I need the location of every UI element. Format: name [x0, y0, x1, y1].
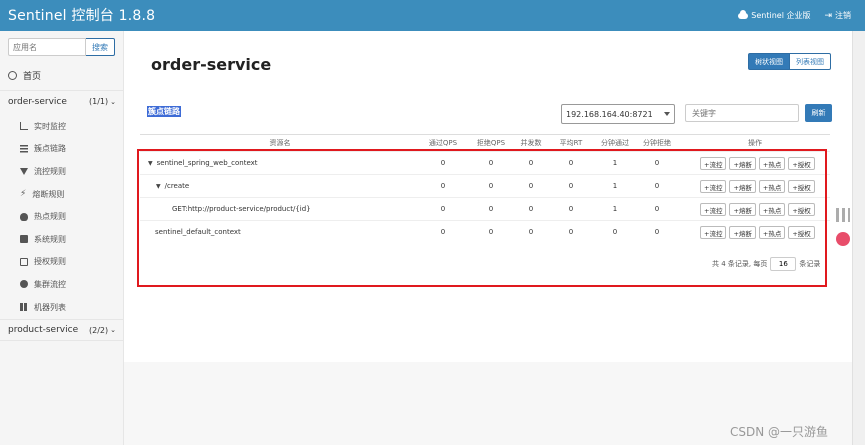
- section-label: 簇点链路: [147, 106, 181, 117]
- tree-view-button[interactable]: 树状视图: [748, 53, 790, 70]
- page-title: order-service: [151, 55, 272, 74]
- app-name: product-service: [8, 325, 79, 335]
- bar-chart-icon: [20, 122, 28, 131]
- app-machine-count: (2/2): [89, 325, 109, 335]
- keyword-input[interactable]: [685, 104, 799, 122]
- column-header: 分钟通过: [601, 139, 629, 147]
- app-machine-count: (1/1): [89, 97, 109, 106]
- sidebar-item-realtime-monitor[interactable]: 实时监控: [0, 115, 124, 138]
- apps-icon[interactable]: [836, 208, 850, 222]
- app-title[interactable]: Sentinel 控制台 1.8.8: [8, 5, 155, 25]
- chevron-down-icon: ⌄: [110, 97, 116, 106]
- sidebar-item-label: 热点规则: [34, 212, 66, 222]
- sidebar-item-label: 集群流控: [34, 279, 66, 289]
- page-scrollbar[interactable]: [852, 31, 865, 445]
- column-header: 拒绝QPS: [476, 139, 506, 147]
- sidebar-item-cluster-link[interactable]: 簇点链路: [0, 138, 124, 161]
- sidebar-item-machine-list[interactable]: 机器列表: [0, 296, 124, 319]
- top-navbar: Sentinel 控制台 1.8.8 Sentinel 企业版 ⇥ 注销: [0, 0, 865, 31]
- floating-toolbar: [836, 208, 850, 256]
- column-header: 平均RT: [559, 139, 583, 147]
- sidebar-item-cluster-flow[interactable]: 集群流控: [0, 273, 124, 296]
- bolt-icon: ⚡: [20, 189, 27, 200]
- sidebar: 搜索 首页 order-service (1/1) ⌄ 实时监控 簇点链路 流控…: [0, 31, 124, 445]
- sidebar-item-label: 熔断规则: [32, 189, 65, 199]
- globe-icon: [20, 280, 28, 289]
- grid-icon: [20, 303, 28, 312]
- caret-down-icon: [664, 112, 670, 116]
- sidebar-item-label: 实时监控: [34, 121, 66, 131]
- check-icon: [20, 257, 28, 266]
- refresh-button[interactable]: 刷新: [805, 104, 832, 122]
- cloud-icon: [738, 9, 749, 19]
- enterprise-label: Sentinel 企业版: [751, 11, 811, 20]
- logout-icon: ⇥: [824, 10, 832, 21]
- sidebar-app-order-service[interactable]: order-service (1/1) ⌄: [0, 90, 124, 112]
- column-header: 操作: [748, 139, 762, 147]
- sidebar-item-label: 系统规则: [34, 234, 66, 244]
- sidebar-item-label: 机器列表: [34, 302, 66, 312]
- view-toggle: 树状视图 列表视图: [748, 53, 831, 70]
- app-search-button[interactable]: 搜索: [86, 38, 115, 56]
- lock-icon: [20, 235, 28, 244]
- sidebar-home-label: 首页: [23, 72, 42, 82]
- list-icon: [20, 144, 28, 153]
- flame-icon: [20, 212, 28, 221]
- column-header: 通过QPS: [428, 139, 458, 147]
- sidebar-item-label: 簇点链路: [34, 144, 66, 154]
- dashboard-icon: [8, 71, 17, 80]
- sidebar-menu: 实时监控 簇点链路 流控规则 ⚡ 熔断规则 热点规则 系统规则 授权规则 集群流控…: [0, 115, 124, 318]
- sidebar-item-degrade-rules[interactable]: ⚡ 熔断规则: [0, 183, 124, 206]
- sidebar-app-product-service[interactable]: product-service (2/2) ⌄: [0, 319, 124, 341]
- app-name: order-service: [8, 96, 67, 107]
- machine-select-value: 192.168.164.40:8721: [566, 109, 653, 119]
- machine-select[interactable]: 192.168.164.40:8721: [561, 104, 675, 124]
- column-header: 并发数: [520, 139, 542, 147]
- sidebar-item-label: 流控规则: [34, 166, 66, 176]
- annotation-highlight-box: [137, 149, 827, 287]
- filter-icon: [20, 167, 28, 175]
- app-search-input[interactable]: [8, 38, 86, 56]
- column-header: 分钟拒绝: [643, 139, 671, 147]
- sidebar-item-system-rules[interactable]: 系统规则: [0, 228, 124, 251]
- sidebar-item-authority-rules[interactable]: 授权规则: [0, 251, 124, 274]
- sidebar-item-label: 授权规则: [34, 257, 66, 267]
- column-header: 资源名: [269, 139, 291, 147]
- list-view-button[interactable]: 列表视图: [790, 53, 831, 70]
- enterprise-link[interactable]: Sentinel 企业版: [738, 9, 811, 21]
- logout-label: 注销: [835, 11, 851, 20]
- logout-link[interactable]: ⇥ 注销: [824, 10, 851, 21]
- assistant-icon[interactable]: [836, 232, 850, 246]
- sidebar-item-flow-rules[interactable]: 流控规则: [0, 160, 124, 183]
- sidebar-item-home[interactable]: 首页: [8, 69, 41, 82]
- chevron-down-icon: ⌄: [110, 326, 116, 334]
- watermark: CSDN @一只游鱼: [730, 425, 829, 439]
- sidebar-item-hotspot-rules[interactable]: 热点规则: [0, 205, 124, 228]
